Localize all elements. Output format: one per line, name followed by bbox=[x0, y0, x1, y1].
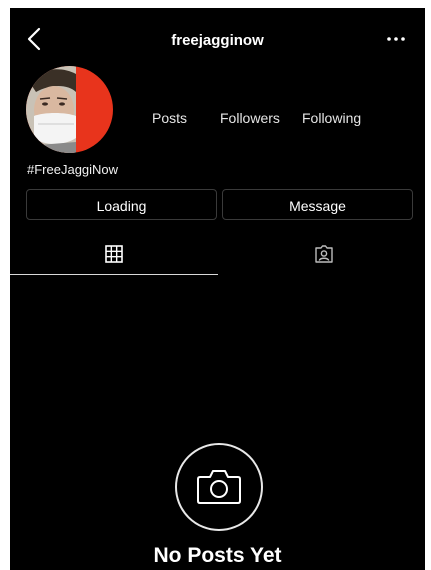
empty-state-icon-ring bbox=[175, 443, 263, 531]
more-horizontal-icon bbox=[387, 37, 405, 41]
posts-label: Posts bbox=[152, 110, 188, 126]
posts-stat[interactable]: Posts bbox=[152, 110, 187, 126]
following-label: Following bbox=[302, 110, 362, 126]
following-stat[interactable]: Following bbox=[302, 110, 361, 126]
profile-username: freejagginow bbox=[171, 32, 264, 49]
active-tab-indicator bbox=[10, 274, 218, 275]
empty-state-title: No Posts Yet bbox=[153, 544, 282, 567]
tab-tagged[interactable] bbox=[218, 234, 425, 274]
avatar[interactable] bbox=[26, 66, 113, 153]
tagged-person-icon bbox=[315, 245, 333, 263]
message-button[interactable]: Message bbox=[222, 189, 413, 220]
grid-icon bbox=[105, 245, 123, 263]
tab-posts-grid[interactable] bbox=[10, 234, 218, 274]
camera-icon bbox=[197, 470, 241, 504]
profile-screen: freejagginow Posts Followers Following #… bbox=[10, 8, 425, 570]
profile-bio: #FreeJaggiNow bbox=[27, 162, 119, 177]
avatar-image bbox=[26, 66, 113, 153]
more-options-button[interactable] bbox=[385, 30, 407, 48]
follow-button[interactable]: Loading bbox=[26, 189, 217, 220]
followers-stat[interactable]: Followers bbox=[220, 110, 280, 126]
top-bar: freejagginow bbox=[10, 8, 425, 58]
followers-label: Followers bbox=[220, 110, 280, 126]
